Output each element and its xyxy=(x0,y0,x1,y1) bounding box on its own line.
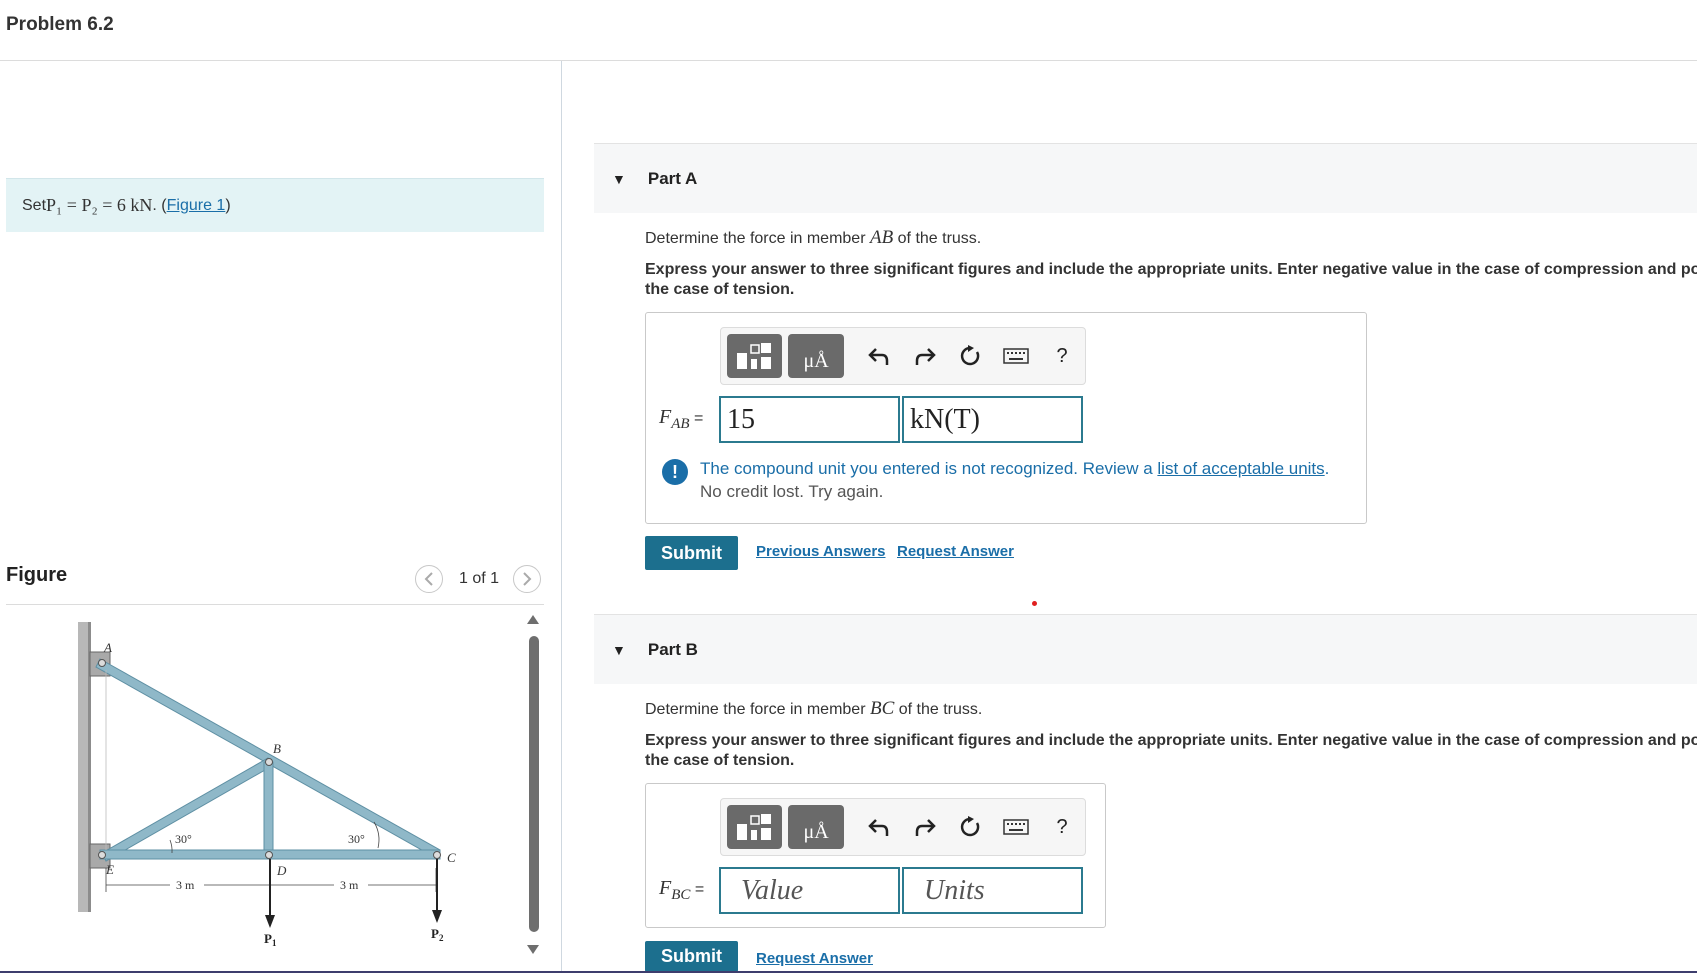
undo-button[interactable] xyxy=(856,805,902,849)
part-b-value-input[interactable]: Value xyxy=(719,867,900,914)
units-button[interactable]: μÅ xyxy=(788,805,844,849)
acceptable-units-link[interactable]: list of acceptable units xyxy=(1157,459,1324,478)
member-bd xyxy=(263,761,274,855)
units-icon: μÅ xyxy=(803,349,829,372)
reset-icon xyxy=(961,345,980,366)
angle-label-2: 30° xyxy=(348,832,365,846)
part-a-question: Determine the force in member AB of the … xyxy=(645,227,982,248)
label-b: B xyxy=(273,741,281,756)
joint-c xyxy=(433,851,441,859)
figure-heading: Figure xyxy=(6,564,68,586)
undo-icon xyxy=(867,819,888,836)
joint-b xyxy=(265,758,273,766)
templates-icon xyxy=(736,343,771,369)
part-b-submit-button[interactable]: Submit xyxy=(645,941,738,972)
wall xyxy=(78,622,88,912)
part-a-previous-answers-link[interactable]: Previous Answers xyxy=(756,543,886,560)
help-icon: ? xyxy=(1056,344,1068,367)
caret-down-icon: ▼ xyxy=(612,641,626,658)
figure-divider xyxy=(6,604,544,605)
caret-down-icon: ▼ xyxy=(612,170,626,187)
joint-e xyxy=(98,851,106,859)
help-icon: ? xyxy=(1056,815,1068,838)
help-button[interactable]: ? xyxy=(1039,805,1085,849)
keyboard-icon xyxy=(1003,348,1029,364)
part-a-math-toolbar: μÅ ? xyxy=(720,327,1086,385)
problem-statement: Set P₁ = P₂ = 6 kN . ( Figure 1 ) xyxy=(6,178,544,232)
part-a-label: Part A xyxy=(647,168,698,188)
scroll-up-icon[interactable] xyxy=(527,615,539,624)
templates-button[interactable] xyxy=(727,805,783,849)
redo-icon xyxy=(915,819,936,836)
part-a-units-input[interactable]: kN(T) xyxy=(902,396,1083,443)
units-icon: μÅ xyxy=(803,820,829,843)
joint-d xyxy=(265,851,273,859)
load-condition-math: P₁ = P₂ = 6 kN xyxy=(46,195,153,215)
label-c: C xyxy=(447,850,456,865)
load-label-p2: P2 xyxy=(431,926,444,943)
truss-figure: A B C D E 30° 30° 3 m 3 m P1 P2 xyxy=(78,622,456,948)
part-b-math-toolbar: μÅ ? xyxy=(720,798,1086,856)
label-e: E xyxy=(105,862,114,877)
keyboard-button[interactable] xyxy=(993,805,1039,849)
part-a-instructions: Express your answer to three significant… xyxy=(645,261,1697,298)
page-title: Problem 6.2 xyxy=(6,14,114,35)
part-b-question: Determine the force in member BC of the … xyxy=(645,698,983,719)
label-a: A xyxy=(103,640,112,655)
keyboard-button[interactable] xyxy=(993,334,1039,378)
part-a-submit-button[interactable]: Submit xyxy=(645,536,738,570)
figure-link[interactable]: Figure 1 xyxy=(167,197,226,215)
reset-icon xyxy=(961,816,980,837)
chevron-left-icon xyxy=(424,572,433,586)
templates-button[interactable] xyxy=(727,334,783,378)
figure-pager: 1 of 1 xyxy=(459,570,500,587)
joint-a xyxy=(98,659,106,667)
part-a-value-input[interactable]: 15 xyxy=(719,396,900,443)
help-button[interactable]: ? xyxy=(1039,334,1085,378)
figure-next-button[interactable] xyxy=(513,565,541,593)
load-label-p1: P1 xyxy=(264,931,277,948)
part-a-variable: FAB = xyxy=(659,406,704,432)
part-b-label: Part B xyxy=(647,639,698,659)
status-dot xyxy=(1032,601,1037,606)
undo-icon xyxy=(867,348,888,365)
angle-label-1: 30° xyxy=(175,832,192,846)
figure-prev-button[interactable] xyxy=(415,565,443,593)
part-b-variable: FBC = xyxy=(659,877,705,903)
reset-button[interactable] xyxy=(947,805,993,849)
part-b-header[interactable]: ▼ Part B xyxy=(594,614,1697,684)
part-a-error-message: ! The compound unit you entered is not r… xyxy=(662,457,1329,503)
part-b-instructions: Express your answer to three significant… xyxy=(645,732,1697,769)
chevron-right-icon xyxy=(523,572,532,586)
part-a-request-answer-link[interactable]: Request Answer xyxy=(897,543,1014,560)
part-b-units-input[interactable]: Units xyxy=(902,867,1083,914)
redo-icon xyxy=(915,348,936,365)
alert-icon: ! xyxy=(662,459,688,485)
undo-button[interactable] xyxy=(856,334,902,378)
scroll-down-icon[interactable] xyxy=(527,945,539,954)
header-divider xyxy=(0,60,1697,61)
scroll-thumb[interactable] xyxy=(529,636,539,932)
reset-button[interactable] xyxy=(947,334,993,378)
part-b-request-answer-link[interactable]: Request Answer xyxy=(756,950,873,967)
dimension-label-2: 3 m xyxy=(340,878,359,892)
redo-button[interactable] xyxy=(902,805,948,849)
part-a-header[interactable]: ▼ Part A xyxy=(594,143,1697,213)
label-d: D xyxy=(276,863,287,878)
pane-splitter[interactable] xyxy=(561,61,562,973)
templates-icon xyxy=(736,814,771,840)
redo-button[interactable] xyxy=(902,334,948,378)
dimension-label-1: 3 m xyxy=(176,878,195,892)
units-button[interactable]: μÅ xyxy=(788,334,844,378)
keyboard-icon xyxy=(1003,819,1029,835)
